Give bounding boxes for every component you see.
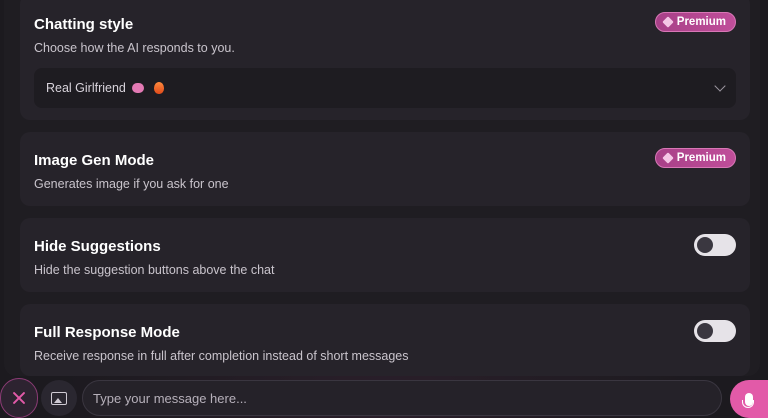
premium-badge-label: Premium xyxy=(676,152,726,164)
message-input[interactable] xyxy=(82,380,722,416)
chevron-down-icon xyxy=(714,80,726,92)
chatting-style-select[interactable]: Real Girlfriend xyxy=(34,68,736,108)
full-response-mode-card: Full Response Mode Receive response in f… xyxy=(20,304,750,376)
image-gen-mode-title: Image Gen Mode xyxy=(34,152,155,169)
chatting-style-description: Choose how the AI responds to you. xyxy=(34,41,235,55)
toggle-knob xyxy=(697,323,713,339)
hide-suggestions-card: Hide Suggestions Hide the suggestion but… xyxy=(20,218,750,292)
diamond-icon xyxy=(662,152,674,164)
chatting-style-card: Chatting style Choose how the AI respond… xyxy=(20,0,750,120)
hide-suggestions-description: Hide the suggestion buttons above the ch… xyxy=(34,263,275,277)
close-button[interactable] xyxy=(0,378,38,418)
chatting-style-selected: Real Girlfriend xyxy=(46,81,164,95)
image-icon xyxy=(51,391,67,405)
microphone-icon xyxy=(742,392,754,408)
close-icon xyxy=(12,391,26,405)
attach-image-button[interactable] xyxy=(41,380,77,416)
chatting-style-selected-label: Real Girlfriend xyxy=(46,81,126,95)
premium-badge: Premium xyxy=(654,12,736,32)
full-response-mode-title: Full Response Mode xyxy=(34,324,180,341)
image-gen-mode-description: Generates image if you ask for one xyxy=(34,177,229,191)
full-response-mode-description: Receive response in full after completio… xyxy=(34,349,409,363)
hide-suggestions-toggle[interactable] xyxy=(694,234,736,256)
composer-bar xyxy=(0,378,768,418)
premium-badge-label: Premium xyxy=(676,16,726,28)
image-gen-mode-card: Image Gen Mode Generates image if you as… xyxy=(20,132,750,206)
chatting-style-title: Chatting style xyxy=(34,16,134,33)
hide-suggestions-title: Hide Suggestions xyxy=(34,238,161,255)
brain-emoji-icon xyxy=(131,83,144,93)
settings-panel: Chatting style Choose how the AI respond… xyxy=(4,0,760,376)
toggle-knob xyxy=(697,237,713,253)
microphone-button[interactable] xyxy=(730,380,768,418)
fire-emoji-icon xyxy=(153,82,164,94)
settings-page: Chatting style Choose how the AI respond… xyxy=(0,0,768,418)
full-response-mode-toggle[interactable] xyxy=(694,320,736,342)
diamond-icon xyxy=(662,16,674,28)
premium-badge[interactable]: Premium xyxy=(654,148,736,168)
